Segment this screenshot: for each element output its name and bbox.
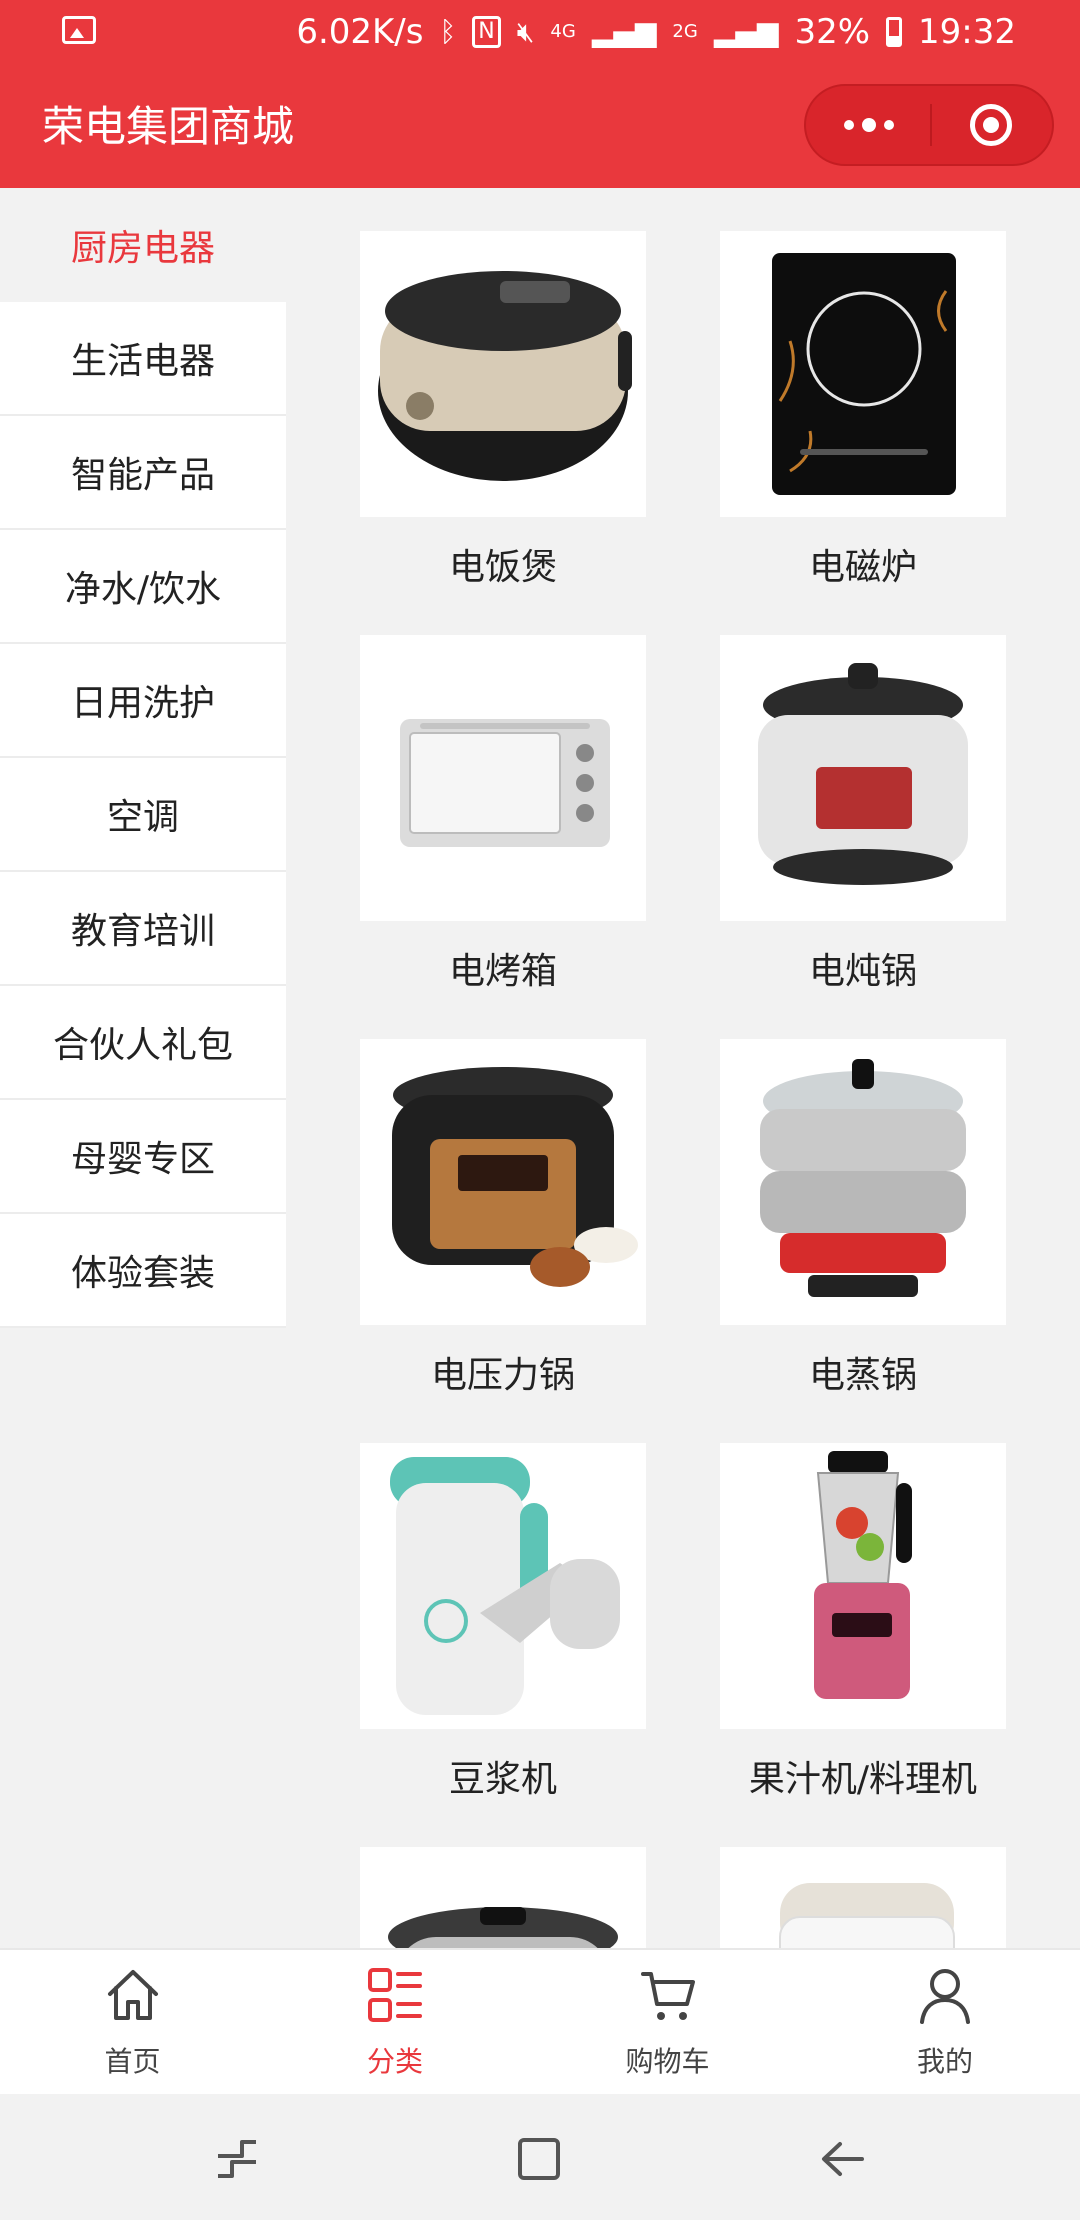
product-card[interactable] — [360, 1847, 646, 1948]
tab-profile[interactable]: 我的 — [810, 1950, 1080, 2096]
category-sidebar: 厨房电器 生活电器 智能产品 净水/饮水 日用洗护 空调 教育培训 合伙人礼包 … — [0, 188, 286, 1948]
tab-profile-label: 我的 — [916, 2045, 973, 2078]
product-card[interactable] — [720, 1847, 1006, 1948]
sidebar-item-water[interactable]: 净水/饮水 — [0, 530, 286, 644]
tab-cart[interactable]: 购物车 — [525, 1950, 810, 2096]
sidebar-item-living[interactable]: 生活电器 — [0, 302, 286, 416]
product-list: 电饭煲 电磁炉 电烤箱 电炖锅 电压力锅 电蒸锅 豆浆机 果汁机/料理机 — [286, 188, 1080, 1948]
steamer-image — [720, 1039, 1006, 1325]
product-card[interactable]: 电蒸锅 — [720, 1039, 1006, 1443]
sidebar-item-partner-pack[interactable]: 合伙人礼包 — [0, 986, 286, 1100]
product-card[interactable]: 果汁机/料理机 — [720, 1443, 1006, 1847]
network-2g-label: 2G — [672, 21, 698, 42]
home-icon — [107, 1970, 158, 2020]
recent-apps-icon[interactable] — [212, 2134, 262, 2184]
product-card[interactable]: 电磁炉 — [720, 231, 1006, 635]
gallery-notification-icon — [62, 16, 96, 44]
tab-category-label: 分类 — [366, 2045, 423, 2078]
product-name: 电烤箱 — [448, 951, 557, 992]
dot-icon — [883, 120, 894, 130]
sidebar-item-trial-set[interactable]: 体验套装 — [0, 1214, 286, 1328]
sidebar-item-air-conditioner[interactable]: 空调 — [0, 758, 286, 872]
back-icon[interactable] — [818, 2134, 868, 2184]
sidebar-item-daily-care[interactable]: 日用洗护 — [0, 644, 286, 758]
status-indicators: 6.02K/s ᛒ N 🔇︎ 4G ▂▄▆ 2G ▂▄▆ 32% 19:32 — [296, 10, 1016, 54]
cart-icon — [640, 1972, 695, 2020]
product-name: 电磁炉 — [808, 547, 917, 588]
pressure-cooker-image — [360, 1039, 646, 1325]
bluetooth-icon: ᛒ — [439, 15, 457, 48]
app-header: 荣电集团商城 — [0, 66, 1080, 188]
stew-pot-image — [720, 635, 1006, 921]
product-card[interactable]: 电炖锅 — [720, 635, 1006, 1039]
product-card[interactable]: 电压力锅 — [360, 1039, 646, 1443]
soymilk-maker-image — [360, 1443, 646, 1729]
product-name: 电饭煲 — [448, 547, 557, 588]
product-name: 电蒸锅 — [808, 1355, 917, 1396]
network-4g-label: 4G — [550, 21, 576, 42]
user-icon — [920, 1969, 970, 2024]
tab-home[interactable]: 首页 — [0, 1950, 265, 2096]
battery-percent: 32% — [794, 12, 871, 52]
induction-cooker-image — [720, 231, 1006, 517]
bread-maker-image — [720, 1847, 1006, 1948]
sidebar-item-mother-baby[interactable]: 母婴专区 — [0, 1100, 286, 1214]
product-card[interactable]: 电饭煲 — [360, 231, 646, 635]
product-name: 电炖锅 — [808, 951, 917, 992]
capsule-divider — [930, 104, 932, 146]
close-miniprogram-button[interactable] — [970, 104, 1012, 146]
product-name: 豆浆机 — [448, 1759, 557, 1800]
system-navigation-bar — [0, 2094, 1080, 2220]
home-square-icon[interactable] — [514, 2134, 564, 2184]
dot-icon — [861, 118, 876, 132]
dot-icon — [843, 120, 854, 130]
miniprogram-capsule — [804, 84, 1054, 166]
tab-category[interactable]: 分类 — [265, 1950, 525, 2096]
more-menu-button[interactable] — [806, 86, 931, 164]
tab-home-label: 首页 — [104, 2045, 161, 2078]
signal-icon-2: ▂▄▆ — [713, 15, 779, 48]
clock: 19:32 — [918, 12, 1016, 52]
sidebar-item-smart[interactable]: 智能产品 — [0, 416, 286, 530]
page-title: 荣电集团商城 — [42, 102, 295, 151]
product-card[interactable]: 电烤箱 — [360, 635, 646, 1039]
bottom-tab-bar: 首页 分类 购物车 我的 — [0, 1948, 1080, 2096]
mute-icon: 🔇︎ — [516, 15, 535, 48]
product-name: 电压力锅 — [430, 1355, 575, 1396]
product-name: 果汁机/料理机 — [748, 1759, 978, 1800]
category-icon — [368, 1968, 422, 2022]
sidebar-item-education[interactable]: 教育培训 — [0, 872, 286, 986]
pot-image — [360, 1847, 646, 1948]
status-bar: 6.02K/s ᛒ N 🔇︎ 4G ▂▄▆ 2G ▂▄▆ 32% 19:32 — [0, 0, 1080, 66]
battery-icon — [886, 17, 903, 47]
blender-image — [720, 1443, 1006, 1729]
rice-cooker-image — [360, 231, 646, 517]
network-speed: 6.02K/s — [296, 12, 424, 52]
nfc-icon: N — [472, 16, 501, 48]
oven-image — [360, 635, 646, 921]
tab-cart-label: 购物车 — [625, 2045, 710, 2078]
product-card[interactable]: 豆浆机 — [360, 1443, 646, 1847]
signal-icon: ▂▄▆ — [591, 15, 657, 48]
sidebar-item-kitchen[interactable]: 厨房电器 — [0, 188, 286, 302]
